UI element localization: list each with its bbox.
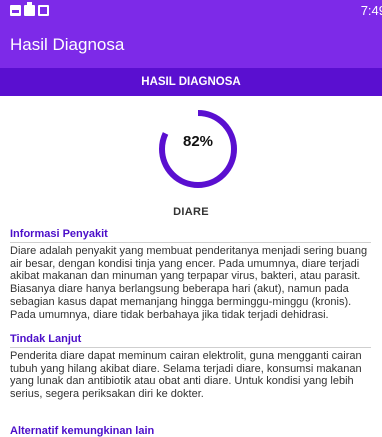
followup-divider <box>10 347 371 348</box>
section-header: HASIL DIAGNOSA <box>0 68 382 96</box>
app-bar: Hasil Diagnosa <box>0 22 382 68</box>
followup-body: Penderita diare dapat meminum cairan ele… <box>10 350 362 401</box>
briefcase-icon <box>24 2 35 16</box>
section-title: HASIL DIAGNOSA <box>141 76 241 88</box>
alternatives-heading: Alternatif kemungkinan lain <box>10 425 155 437</box>
info-divider <box>10 242 371 243</box>
notification-icon <box>38 5 49 16</box>
diagnosis-name: DIARE <box>173 206 209 218</box>
info-heading: Informasi Penyakit <box>10 228 108 240</box>
percent-label: 82% <box>182 133 214 150</box>
status-time: 7:49 <box>360 3 382 18</box>
followup-heading: Tindak Lanjut <box>10 333 82 345</box>
app-title: Hasil Diagnosa <box>10 35 125 54</box>
info-body: Diare adalah penyakit yang membuat pende… <box>10 245 368 321</box>
image-icon <box>10 5 21 16</box>
status-bar: 7:49 <box>0 0 382 22</box>
